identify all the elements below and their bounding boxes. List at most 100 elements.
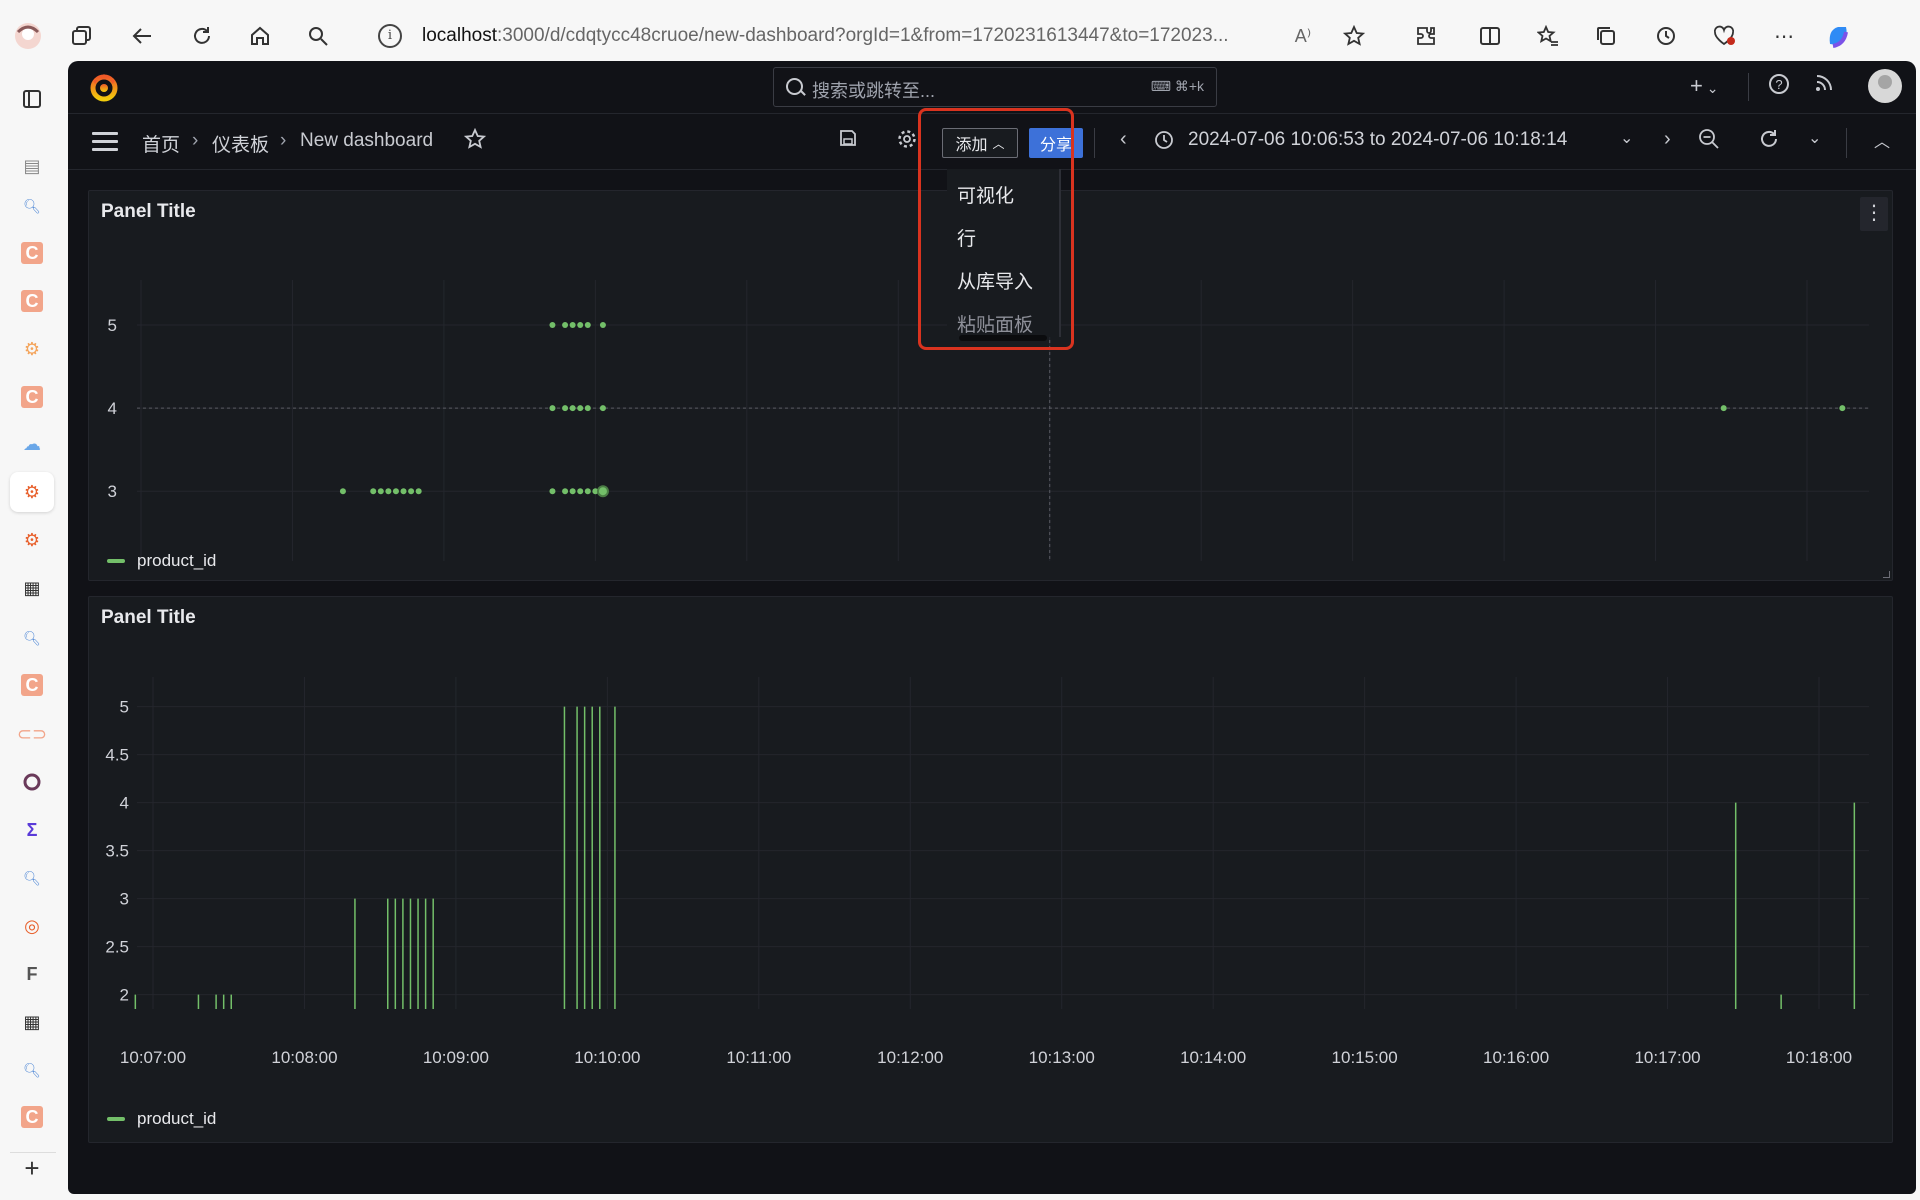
panel-resize-handle-icon[interactable] <box>1883 571 1890 578</box>
tab-grafana-active-icon[interactable]: ⚙ <box>10 472 54 512</box>
tab-search-icon[interactable]: 🔍︎ <box>18 624 46 652</box>
data-point <box>569 321 576 328</box>
share-button[interactable]: 分享 <box>1029 128 1083 158</box>
search-icon[interactable] <box>302 20 334 52</box>
save-dashboard-icon[interactable] <box>838 128 858 154</box>
tab-cloud-icon[interactable]: ☁ <box>18 430 46 458</box>
reload-icon[interactable] <box>186 20 218 52</box>
tab-search-icon[interactable]: 🔍︎ <box>18 1056 46 1084</box>
tab-grafana-icon[interactable]: ⚙ <box>18 335 46 363</box>
history-icon[interactable] <box>1650 20 1682 52</box>
time-range-chevron-down-icon[interactable]: ⌄ <box>1620 128 1633 148</box>
back-icon[interactable] <box>126 20 158 52</box>
health-icon[interactable] <box>1708 20 1740 52</box>
data-point <box>1720 405 1727 412</box>
search-placeholder: 搜索或跳转至... <box>812 81 936 101</box>
address-url[interactable]: localhost:3000/d/cdqtycc48cruoe/new-dash… <box>422 25 1242 47</box>
data-point <box>562 321 569 328</box>
search-icon <box>786 78 803 95</box>
x-tick-label: 10:16:00 <box>1483 1048 1549 1067</box>
y-tick-label: 3.5 <box>105 842 129 861</box>
tab-target-icon[interactable]: ◎ <box>18 912 46 940</box>
read-aloud-icon[interactable]: A⁾ <box>1287 20 1319 52</box>
x-tick-label: 10:17:00 <box>1634 1048 1700 1067</box>
panel-title[interactable]: Panel Title <box>101 201 196 223</box>
tab-c-icon[interactable]: C <box>21 290 43 312</box>
x-tick-label: 10:14:00 <box>1180 1048 1246 1067</box>
extensions-icon[interactable] <box>1410 20 1442 52</box>
legend-swatch <box>107 1117 125 1121</box>
user-avatar[interactable] <box>1868 69 1902 103</box>
split-screen-icon[interactable] <box>1474 20 1506 52</box>
favorite-star-icon[interactable] <box>463 127 487 156</box>
tab-calendar-icon[interactable]: ▦ <box>18 1008 46 1036</box>
menu-item-import-from-library[interactable]: 从库导入 <box>957 267 1033 294</box>
breadcrumb-home[interactable]: 首页 <box>142 130 180 157</box>
site-info-icon[interactable]: i <box>378 24 402 48</box>
dashboard-toolbar: 首页 › 仪表板 › New dashboard 添加 ︿ 分享 ‹ 2024-0… <box>68 114 1916 170</box>
refresh-icon[interactable] <box>1758 128 1780 156</box>
add-new-plus-icon[interactable]: + ⌄ <box>1690 73 1718 99</box>
data-point <box>400 488 407 495</box>
add-button[interactable]: 添加 ︿ <box>942 128 1018 158</box>
x-tick-label: 10:15:00 <box>1332 1048 1398 1067</box>
tab-calendar-icon[interactable]: ▦ <box>18 574 46 602</box>
keyboard-icon: ⌨ <box>1150 78 1171 94</box>
data-point <box>549 405 556 412</box>
address-bar[interactable]: i localhost:3000/d/cdqtycc48cruoe/new-da… <box>378 16 1338 56</box>
profile-avatar-icon[interactable] <box>12 20 44 52</box>
tab-link-icon[interactable]: ⊂⊃ <box>17 720 47 748</box>
menu-item-row[interactable]: 行 <box>957 224 976 251</box>
menu-hamburger-icon[interactable] <box>92 132 118 152</box>
bar-chart[interactable]: 10:07:00 10:08:00 10:09:00 10:10:00 10:11:00… <box>89 637 1892 1127</box>
data-point <box>408 488 415 495</box>
tab-grafana-icon[interactable]: ⚙ <box>18 526 46 554</box>
data-point <box>1839 405 1846 412</box>
home-icon[interactable] <box>244 20 276 52</box>
tab-ring-icon[interactable] <box>18 768 46 796</box>
time-back-chevron-icon[interactable]: ‹ <box>1120 128 1127 151</box>
favorites-icon[interactable] <box>1532 20 1564 52</box>
tab-panel-icon[interactable] <box>18 85 46 113</box>
tab-c-icon[interactable]: C <box>21 386 43 408</box>
tab-c-icon[interactable]: C <box>21 1106 43 1128</box>
more-menu-icon[interactable]: ⋯ <box>1768 20 1800 52</box>
settings-gear-icon[interactable] <box>896 128 918 156</box>
collapse-chevron-up-icon[interactable]: ︿ <box>1874 128 1890 152</box>
search-bar[interactable]: 搜索或跳转至... ⌨ ⌘+k <box>773 67 1217 107</box>
panel-menu-icon[interactable]: ⋮ <box>1860 197 1888 231</box>
copilot-icon[interactable] <box>1822 20 1854 52</box>
grafana-app: 搜索或跳转至... ⌨ ⌘+k + ⌄ ? 首页 › 仪表板 › New das… <box>68 61 1916 1194</box>
time-range-picker[interactable]: 2024-07-06 10:06:53 to 2024-07-06 10:18:… <box>1188 129 1567 151</box>
data-point <box>377 488 384 495</box>
tab-c-icon[interactable]: C <box>21 674 43 696</box>
new-tab-plus-icon[interactable]: + <box>18 1153 46 1183</box>
data-point <box>392 488 399 495</box>
breadcrumb-dashboards[interactable]: 仪表板 <box>212 130 269 157</box>
time-forward-chevron-icon[interactable]: › <box>1664 128 1671 151</box>
hovered-data-point <box>596 485 609 498</box>
legend-item[interactable]: product_id <box>107 1109 216 1129</box>
legend-item[interactable]: product_id <box>107 551 216 571</box>
x-tick-label: 10:10:00 <box>574 1048 640 1067</box>
refresh-interval-chevron-icon[interactable]: ⌄ <box>1808 128 1821 148</box>
legend-swatch <box>107 559 125 563</box>
tabs-icon[interactable] <box>66 20 98 52</box>
help-icon[interactable]: ? <box>1768 73 1790 101</box>
tab-sigma-icon[interactable]: Σ <box>18 816 46 844</box>
collections-icon[interactable] <box>1590 20 1622 52</box>
zoom-out-icon[interactable] <box>1698 128 1720 156</box>
y-tick-label: 2 <box>120 986 129 1005</box>
tab-search-icon[interactable]: 🔍︎ <box>18 192 46 220</box>
menu-item-visualization[interactable]: 可视化 <box>957 181 1014 208</box>
tab-c-icon[interactable]: C <box>21 242 43 264</box>
tab-f-icon[interactable]: F <box>18 960 46 988</box>
grafana-logo-icon[interactable] <box>88 71 120 103</box>
y-tick-label: 3 <box>108 482 117 501</box>
tab-page-icon[interactable]: ▤ <box>18 152 46 180</box>
news-rss-icon[interactable] <box>1814 73 1834 99</box>
tab-search-icon[interactable]: 🔍︎ <box>18 864 46 892</box>
panel-title[interactable]: Panel Title <box>101 607 196 629</box>
data-point <box>370 488 377 495</box>
favorite-star-icon[interactable] <box>1338 20 1370 52</box>
